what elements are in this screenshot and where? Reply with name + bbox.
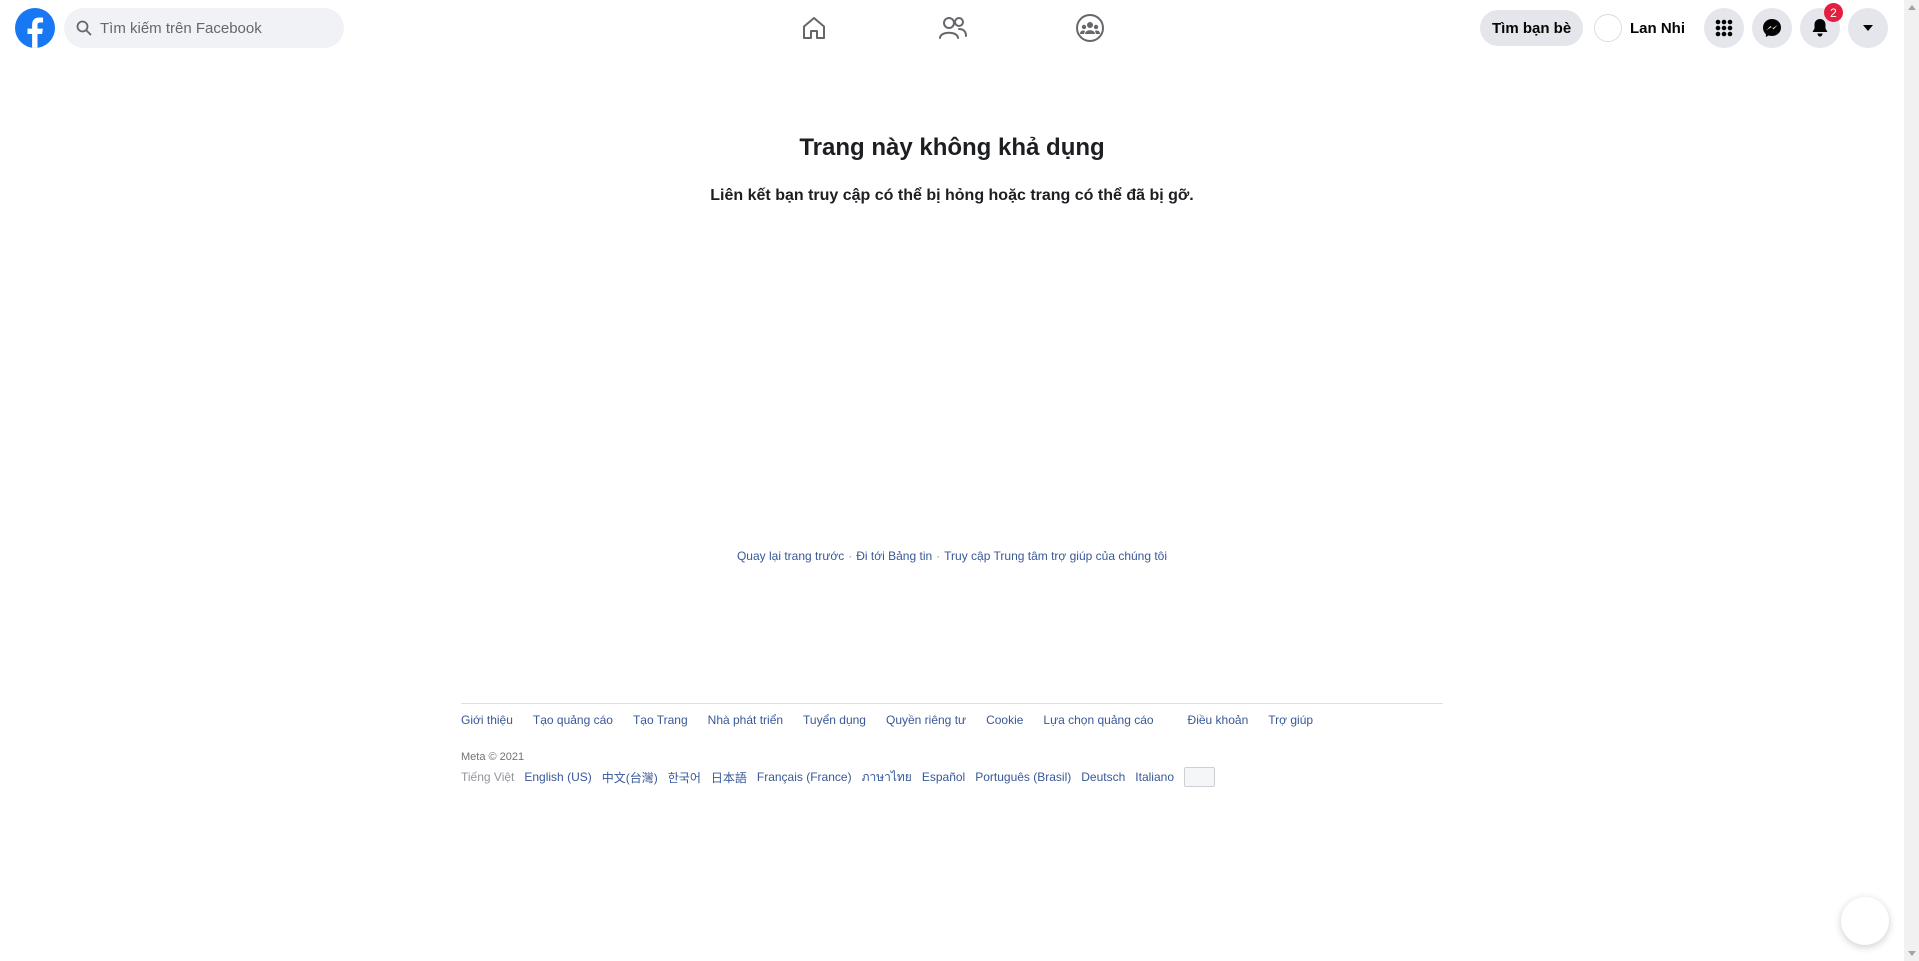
avatar[interactable]: [1594, 14, 1622, 42]
grid-menu-icon: [1715, 19, 1733, 37]
footer-link-careers[interactable]: Tuyển dụng: [803, 713, 866, 727]
footer-links: Giới thiệu Tạo quảng cáo Tạo Trang Nhà p…: [461, 713, 1443, 727]
footer-link-create-ad[interactable]: Tạo quảng cáo: [533, 713, 613, 727]
notifications-button[interactable]: 2: [1800, 3, 1843, 48]
scroll-down-arrow-icon[interactable]: [1904, 946, 1919, 961]
footer-link-cookies[interactable]: Cookie: [986, 713, 1023, 727]
footer-link-create-page[interactable]: Tạo Trang: [633, 713, 688, 727]
footer: Giới thiệu Tạo quảng cáo Tạo Trang Nhà p…: [461, 703, 1443, 787]
scroll-up-arrow-icon[interactable]: [1904, 0, 1919, 15]
footer-link-terms[interactable]: Điều khoản: [1188, 713, 1249, 727]
messenger-icon: [1763, 19, 1781, 37]
footer-link-privacy[interactable]: Quyền riêng tư: [886, 713, 966, 727]
language-link[interactable]: 한국어: [668, 769, 701, 786]
page-subtitle: Liên kết bạn truy cập có thể bị hỏng hoặ…: [710, 187, 1194, 204]
language-link[interactable]: ภาษาไทย: [862, 768, 912, 787]
language-selector: Tiếng Việt English (US) 中文(台灣) 한국어 日本語 F…: [461, 767, 1443, 787]
separator: ·: [848, 549, 853, 563]
language-link[interactable]: Deutsch: [1081, 770, 1125, 784]
friends-icon[interactable]: [938, 13, 968, 43]
footer-link-ad-choices[interactable]: Lựa chọn quảng cáo: [1043, 713, 1153, 727]
language-link[interactable]: 日本語: [711, 769, 747, 786]
messenger-button[interactable]: [1752, 8, 1792, 48]
footer-link-help[interactable]: Trợ giúp: [1268, 713, 1313, 727]
help-links: Quay lại trang trước · Đi tới Bảng tin · Tru…: [0, 549, 1904, 563]
account-menu-button[interactable]: [1848, 8, 1888, 48]
search-icon: [76, 20, 92, 36]
chat-bubble-button[interactable]: [1841, 897, 1889, 945]
help-center-link[interactable]: Truy cập Trung tâm trợ giúp của chúng tô…: [944, 549, 1167, 563]
news-feed-link[interactable]: Đi tới Bảng tin: [856, 549, 932, 563]
search-box[interactable]: [64, 8, 344, 48]
separator: ·: [936, 549, 941, 563]
profile-name[interactable]: Lan Nhi: [1630, 20, 1685, 37]
facebook-logo-icon[interactable]: [15, 8, 55, 48]
language-link[interactable]: 中文(台灣): [602, 769, 658, 786]
page-title: Trang này không khả dụng: [799, 134, 1105, 161]
scrollbar[interactable]: [1904, 0, 1919, 961]
language-link[interactable]: Português (Brasil): [975, 770, 1071, 784]
caret-down-icon: [1863, 25, 1873, 31]
search-input[interactable]: [100, 19, 320, 37]
profile-shortcut[interactable]: Lan Nhi: [1594, 12, 1685, 44]
language-link[interactable]: Español: [922, 770, 965, 784]
copyright: Meta © 2021: [461, 751, 525, 763]
groups-icon[interactable]: [1075, 13, 1105, 43]
home-icon[interactable]: [799, 13, 829, 43]
current-language: Tiếng Việt: [461, 770, 515, 784]
notification-count-badge: 2: [1824, 3, 1843, 22]
language-link[interactable]: Français (France): [757, 770, 852, 784]
find-friends-button[interactable]: Tìm bạn bè: [1480, 10, 1584, 46]
more-languages-button[interactable]: [1184, 767, 1215, 787]
language-link[interactable]: Italiano: [1135, 770, 1174, 784]
menu-button[interactable]: [1704, 8, 1744, 48]
go-back-link[interactable]: Quay lại trang trước: [737, 549, 844, 563]
bell-icon: [1812, 19, 1828, 37]
top-navigation-bar: Tìm bạn bè Lan Nhi 2: [0, 0, 1904, 56]
footer-link-developers[interactable]: Nhà phát triển: [708, 713, 783, 727]
language-link[interactable]: English (US): [524, 770, 591, 784]
footer-link-about[interactable]: Giới thiệu: [461, 713, 513, 727]
